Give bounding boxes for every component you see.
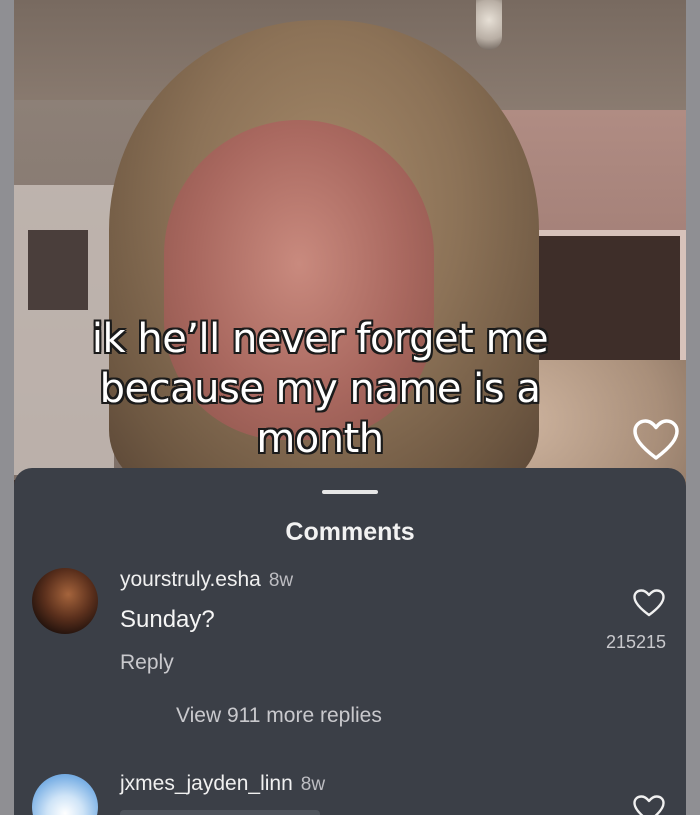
avatar[interactable] [32,774,98,815]
background-poster [28,230,88,310]
comment-heart-icon[interactable] [632,794,666,815]
reply-button[interactable]: Reply [120,651,174,675]
comment-username[interactable]: yourstruly.esha [120,568,261,591]
view-more-replies-link[interactable]: View 911 more replies [176,704,382,728]
comment-time: 8w [300,774,326,795]
caption-line-2: because my name is a [99,366,541,412]
comments-title: Comments [285,518,415,546]
screenshot-frame: ik he’ll never forget me because my name… [0,0,700,815]
comment-time: 8w [268,570,294,591]
caption-line-3: month [256,416,384,462]
video-caption: ik he’ll never forget me because my name… [14,314,626,464]
comments-sheet: Comments yourstruly.esha 8w Sunday? Reply… [14,468,686,815]
like-video-heart-icon[interactable] [632,418,680,462]
comment-username[interactable]: jxmes_jayden_linn [120,772,293,795]
comment-text-cropped [120,810,320,815]
sheet-drag-handle[interactable] [322,490,378,494]
comment-text: Sunday? [120,606,215,633]
comment-author: yourstruly.esha 8w [120,568,293,592]
ceiling-lamp [476,0,502,50]
comment-author: jxmes_jayden_linn 8w [120,772,325,796]
caption-line-1: ik he’ll never forget me [91,316,549,362]
avatar[interactable] [32,568,98,634]
comment-like-count: 215215 [606,632,667,652]
comment-heart-icon[interactable] [632,588,666,618]
